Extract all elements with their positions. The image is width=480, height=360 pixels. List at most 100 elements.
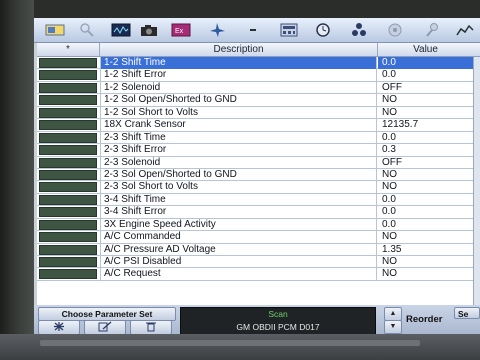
row-value: 0.0: [382, 69, 396, 81]
row-value: 0.0: [382, 218, 396, 230]
row-value: 0.0: [378, 57, 473, 69]
network-icon[interactable]: [346, 20, 372, 40]
calculator-icon[interactable]: [276, 20, 302, 40]
row-description: 1-2 Shift Time: [100, 57, 377, 69]
parameter-set-select-button[interactable]: [38, 320, 80, 334]
scan-tool-screen: Ex * Description Value 1-2 Shift Time 0.…: [34, 18, 480, 334]
table-row[interactable]: 1-2 Shift Error 0.0: [37, 69, 480, 82]
row-color-swatch[interactable]: [39, 219, 97, 230]
row-description: 1-2 Sol Open/Shorted to GND: [100, 94, 377, 107]
row-color-swatch[interactable]: [39, 194, 97, 205]
row-value: NO: [382, 181, 397, 193]
table-row[interactable]: 2-3 Shift Error 0.3: [37, 144, 480, 157]
table-row[interactable]: 2-3 Solenoid OFF: [37, 156, 480, 169]
row-description: 2-3 Sol Open/Shorted to GND: [100, 168, 377, 181]
row-description: A/C PSI Disabled: [100, 256, 377, 268]
row-color-swatch[interactable]: [39, 132, 97, 143]
table-row[interactable]: 2-3 Sol Short to Volts NO: [37, 181, 480, 194]
column-header-star[interactable]: *: [37, 43, 100, 56]
grid-header: * Description Value: [37, 43, 480, 57]
row-color-swatch[interactable]: [39, 145, 97, 156]
pin-icon[interactable]: [418, 20, 444, 40]
row-color-swatch[interactable]: [39, 169, 97, 180]
table-row[interactable]: 1-2 Shift Time 0.0: [37, 57, 480, 70]
row-color-swatch[interactable]: [39, 95, 97, 106]
row-value: 1.35: [382, 243, 402, 255]
row-value: OFF: [382, 156, 402, 168]
row-description: 2-3 Solenoid: [100, 156, 377, 169]
scan-module-name: GM OBDII PCM D017: [236, 322, 320, 332]
table-row[interactable]: A/C PSI Disabled NO: [37, 256, 480, 269]
row-value: 0.0: [382, 206, 396, 218]
table-row[interactable]: 2-3 Shift Time 0.0: [37, 131, 480, 145]
row-value: NO: [382, 168, 397, 180]
scan-status-box: Scan GM OBDII PCM D017: [180, 307, 376, 334]
select-button[interactable]: Se: [454, 307, 480, 319]
row-color-swatch[interactable]: [39, 58, 97, 68]
column-header-description[interactable]: Description: [100, 43, 378, 56]
row-value: 0.0: [382, 131, 396, 143]
chart-icon[interactable]: [452, 20, 478, 40]
table-row[interactable]: 2-3 Sol Open/Shorted to GND NO: [37, 168, 480, 182]
parameter-rows: 1-2 Shift Time 0.0 1-2 Shift Error 0.0 1-2 S…: [37, 57, 480, 281]
reorder-label[interactable]: Reorder: [406, 314, 442, 325]
row-description: 1-2 Shift Error: [100, 69, 377, 82]
table-row[interactable]: A/C Commanded NO: [37, 231, 480, 244]
parameter-set-delete-button[interactable]: [130, 320, 172, 334]
table-row[interactable]: 3-4 Shift Time 0.0: [37, 193, 480, 207]
table-row[interactable]: A/C Request NO: [37, 268, 480, 281]
svg-text:Ex: Ex: [175, 28, 184, 35]
row-description: 2-3 Sol Short to Volts: [100, 181, 377, 194]
row-description: A/C Pressure AD Voltage: [100, 243, 377, 256]
row-color-swatch[interactable]: [39, 182, 97, 193]
move-down-button[interactable]: ▼: [384, 320, 402, 334]
parameter-set-edit-button[interactable]: [84, 320, 126, 334]
table-row[interactable]: A/C Pressure AD Voltage 1.35: [37, 243, 480, 256]
row-value: OFF: [382, 81, 402, 93]
table-row[interactable]: 1-2 Solenoid OFF: [37, 81, 480, 95]
row-description: A/C Commanded: [100, 231, 377, 244]
scope-icon[interactable]: [108, 20, 134, 40]
row-color-swatch[interactable]: [39, 82, 97, 93]
row-color-swatch[interactable]: [39, 232, 97, 243]
camera-icon[interactable]: [136, 20, 162, 40]
row-value: 0.0: [382, 193, 396, 205]
search-icon[interactable]: [74, 20, 100, 40]
row-value: 0.3: [382, 144, 396, 156]
bezel-ridge: [40, 340, 420, 346]
column-header-value[interactable]: Value: [378, 43, 473, 56]
minus-icon[interactable]: [240, 20, 266, 40]
table-row[interactable]: 18X Crank Sensor 12135.7: [37, 119, 480, 132]
move-up-button[interactable]: ▲: [384, 307, 402, 321]
row-value: NO: [382, 106, 397, 118]
row-description: 2-3 Shift Error: [100, 144, 377, 157]
row-color-swatch[interactable]: [39, 157, 97, 168]
row-description: 3-4 Shift Time: [100, 193, 377, 206]
row-color-swatch[interactable]: [39, 269, 97, 280]
report-icon[interactable]: Ex: [168, 20, 194, 40]
row-color-swatch[interactable]: [39, 244, 97, 255]
graph-select-icon[interactable]: [42, 20, 68, 40]
table-row[interactable]: 1-2 Sol Short to Volts NO: [37, 106, 480, 120]
row-value: NO: [382, 94, 397, 106]
disc-icon[interactable]: [382, 20, 408, 40]
clock-icon[interactable]: [310, 20, 336, 40]
row-description: A/C Request: [100, 268, 377, 281]
vertical-scrollbar[interactable]: [473, 57, 480, 305]
bottom-panel: Choose Parameter Set Scan GM OBDII PCM D…: [34, 305, 480, 334]
row-color-swatch[interactable]: [39, 257, 97, 267]
plane-icon[interactable]: [204, 20, 230, 40]
parameter-grid: * Description Value 1-2 Shift Time 0.0 1-2…: [37, 43, 480, 305]
table-row[interactable]: 3-4 Shift Error 0.0: [37, 206, 480, 219]
row-color-swatch[interactable]: [39, 120, 97, 131]
table-row[interactable]: 3X Engine Speed Activity 0.0: [37, 218, 480, 232]
row-description: 2-3 Shift Time: [100, 131, 377, 144]
toolbar: Ex: [34, 18, 480, 43]
device-bezel-left: [0, 0, 34, 360]
table-row[interactable]: 1-2 Sol Open/Shorted to GND NO: [37, 94, 480, 107]
scan-title: Scan: [268, 309, 288, 319]
row-color-swatch[interactable]: [39, 70, 97, 81]
row-value: 12135.7: [382, 119, 419, 131]
row-color-swatch[interactable]: [39, 107, 97, 118]
row-color-swatch[interactable]: [39, 207, 97, 218]
